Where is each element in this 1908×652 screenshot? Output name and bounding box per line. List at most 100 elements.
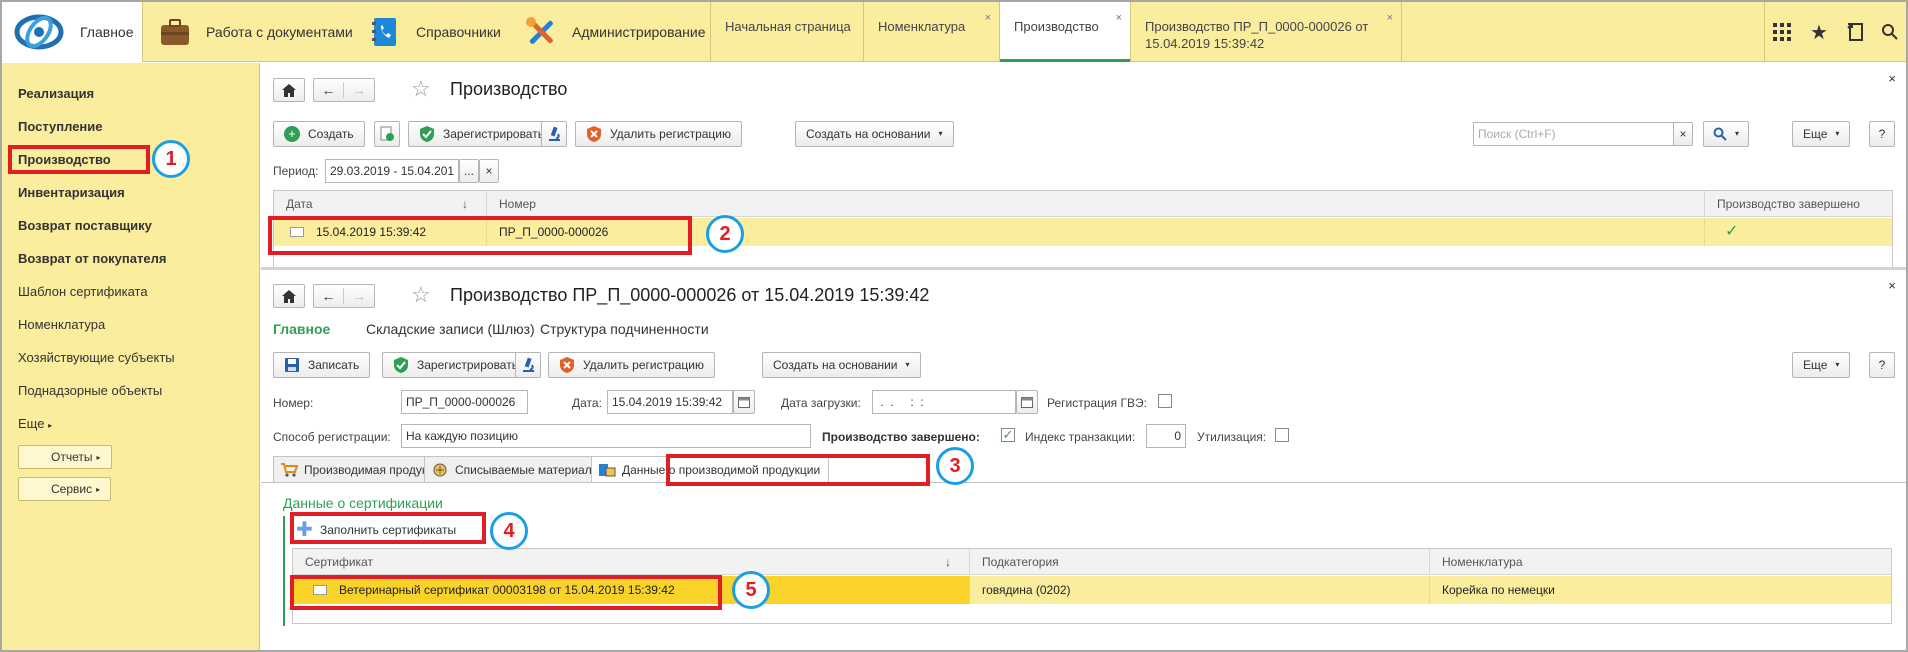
column-date[interactable]: Дата ↓	[274, 191, 487, 217]
more-label: Еще	[1803, 358, 1828, 372]
help-label: ?	[1878, 127, 1886, 141]
sidebar-item-receipts[interactable]: Поступление	[18, 119, 103, 134]
close-icon[interactable]: ×	[985, 10, 991, 27]
register-label: Зарегистрировать	[443, 127, 544, 141]
apps-grid-icon[interactable]	[1770, 20, 1794, 44]
microscope-button[interactable]	[515, 352, 541, 378]
sidebar-item-more[interactable]: Еще ▸	[18, 416, 52, 431]
add-icon: +	[284, 126, 300, 142]
star-icon[interactable]: ★	[1807, 20, 1831, 44]
sidebar-item-supervised-objects[interactable]: Поднадзорные объекты	[18, 383, 162, 398]
save-label: Записать	[308, 358, 360, 372]
column-label: Сертификат	[305, 555, 373, 569]
close-icon[interactable]: ×	[1888, 71, 1896, 86]
tab-production[interactable]: Производство ×	[1000, 2, 1130, 62]
section-documents[interactable]: Работа с документами	[158, 2, 353, 62]
service-button[interactable]: Сервис ▸	[18, 477, 112, 501]
sidebar-item-sales[interactable]: Реализация	[18, 86, 94, 101]
load-date-calendar-button[interactable]	[1016, 390, 1038, 414]
help-button[interactable]: ?	[1869, 352, 1895, 378]
column-subcategory[interactable]: Подкатегория	[970, 549, 1430, 575]
home-button[interactable]	[273, 78, 305, 102]
create-button[interactable]: + Создать	[273, 121, 365, 147]
completed-checkbox[interactable]: ✓	[1001, 428, 1015, 442]
chevron-right-icon: ▸	[96, 485, 101, 494]
microscope-button[interactable]	[541, 121, 567, 147]
close-icon[interactable]: ×	[1387, 10, 1393, 27]
copy-button[interactable]	[374, 121, 400, 147]
reg-method-field[interactable]: На каждую позицию	[401, 424, 811, 448]
load-date-field[interactable]: . . : :	[872, 390, 1016, 414]
create-based-on-button[interactable]: Создать на основании ▾	[762, 352, 921, 378]
forward-arrow-icon[interactable]: →	[344, 82, 374, 98]
register-button[interactable]: Зарегистрировать	[408, 121, 555, 147]
tab-label: Производство ПР_П_0000-000026 от 15.04.2…	[1145, 19, 1369, 51]
section-administration[interactable]: Администрирование	[524, 2, 706, 62]
search-input[interactable]: Поиск (Ctrl+F)	[1473, 122, 1675, 146]
tab-written-off-materials[interactable]: Списываемые материалы	[424, 456, 610, 482]
delete-registration-label: Удалить регистрацию	[610, 127, 731, 141]
chevron-right-icon: ▸	[48, 421, 53, 430]
home-button[interactable]	[273, 284, 305, 308]
reports-button[interactable]: Отчеты ▸	[18, 445, 112, 469]
back-forward-buttons[interactable]: ← →	[313, 284, 375, 308]
nav-main[interactable]: Главное	[273, 321, 330, 337]
history-icon[interactable]	[1844, 20, 1868, 44]
microscope-icon	[523, 357, 534, 372]
favorite-star-icon[interactable]: ☆	[411, 282, 431, 308]
step-marker: 5	[732, 571, 770, 609]
period-clear-button[interactable]: ×	[479, 159, 499, 183]
number-field[interactable]: ПР_П_0000-000026	[401, 390, 528, 414]
sidebar-item-nomenclature[interactable]: Номенклатура	[18, 317, 105, 332]
logo-icon	[14, 14, 64, 50]
help-button[interactable]: ?	[1869, 121, 1895, 147]
sidebar-item-business-entities[interactable]: Хозяйствующие субъекты	[18, 350, 175, 365]
sidebar-item-inventory[interactable]: Инвентаризация	[18, 185, 125, 200]
certification-group-title: Данные о сертификации	[283, 495, 443, 511]
nav-warehouse-records[interactable]: Складские записи (Шлюз)	[366, 321, 535, 337]
tx-index-field[interactable]: 0	[1146, 424, 1186, 448]
section-references[interactable]: Справочники	[368, 2, 501, 62]
column-certificate[interactable]: Сертификат ↓	[293, 549, 970, 575]
sidebar-item-return-to-supplier[interactable]: Возврат поставщику	[18, 218, 152, 233]
utilization-checkbox[interactable]	[1275, 428, 1289, 442]
column-number[interactable]: Номер	[487, 191, 1705, 217]
nav-subordination-structure[interactable]: Структура подчиненности	[540, 321, 709, 337]
close-icon: ×	[485, 164, 493, 178]
search-options-button[interactable]: ▾	[1703, 121, 1749, 147]
column-nomenclature[interactable]: Номенклатура	[1430, 549, 1892, 575]
close-icon[interactable]: ×	[1116, 10, 1122, 27]
register-button[interactable]: Зарегистрировать	[382, 352, 529, 378]
calendar-icon	[738, 396, 750, 408]
delete-registration-button[interactable]: Удалить регистрацию	[548, 352, 715, 378]
forward-arrow-icon[interactable]: →	[344, 288, 374, 304]
back-arrow-icon[interactable]: ←	[314, 82, 344, 98]
more-button[interactable]: Еще ▾	[1792, 121, 1851, 147]
date-field[interactable]: 15.04.2019 15:39:42	[607, 390, 733, 414]
search-icon[interactable]	[1878, 20, 1902, 44]
tab-production-document[interactable]: Производство ПР_П_0000-000026 от 15.04.2…	[1131, 2, 1401, 62]
shield-check-icon	[394, 357, 408, 373]
column-completed[interactable]: Производство завершено	[1705, 191, 1893, 217]
step-marker: 4	[490, 512, 528, 550]
tab-start-page[interactable]: Начальная страница	[711, 2, 863, 62]
sort-arrow-icon: ↓	[945, 555, 951, 569]
more-button[interactable]: Еще ▾	[1792, 352, 1851, 378]
create-based-on-label: Создать на основании	[806, 127, 931, 141]
period-input[interactable]: 29.03.2019 - 15.04.201	[325, 159, 459, 183]
materials-icon	[433, 463, 447, 476]
favorite-star-icon[interactable]: ☆	[411, 76, 431, 102]
back-arrow-icon[interactable]: ←	[314, 288, 344, 304]
sidebar-item-return-from-customer[interactable]: Возврат от покупателя	[18, 251, 166, 266]
search-clear-button[interactable]: ×	[1673, 122, 1693, 146]
period-select-button[interactable]: ...	[459, 159, 479, 183]
gve-checkbox[interactable]	[1158, 394, 1172, 408]
create-based-on-button[interactable]: Создать на основании ▾	[795, 121, 954, 147]
delete-registration-button[interactable]: Удалить регистрацию	[575, 121, 742, 147]
back-forward-buttons[interactable]: ← →	[313, 78, 375, 102]
close-icon[interactable]: ×	[1888, 278, 1896, 293]
sidebar-item-certificate-template[interactable]: Шаблон сертификата	[18, 284, 148, 299]
date-calendar-button[interactable]	[733, 390, 755, 414]
save-button[interactable]: Записать	[273, 352, 371, 378]
tab-nomenclature[interactable]: Номенклатура ×	[864, 2, 999, 62]
